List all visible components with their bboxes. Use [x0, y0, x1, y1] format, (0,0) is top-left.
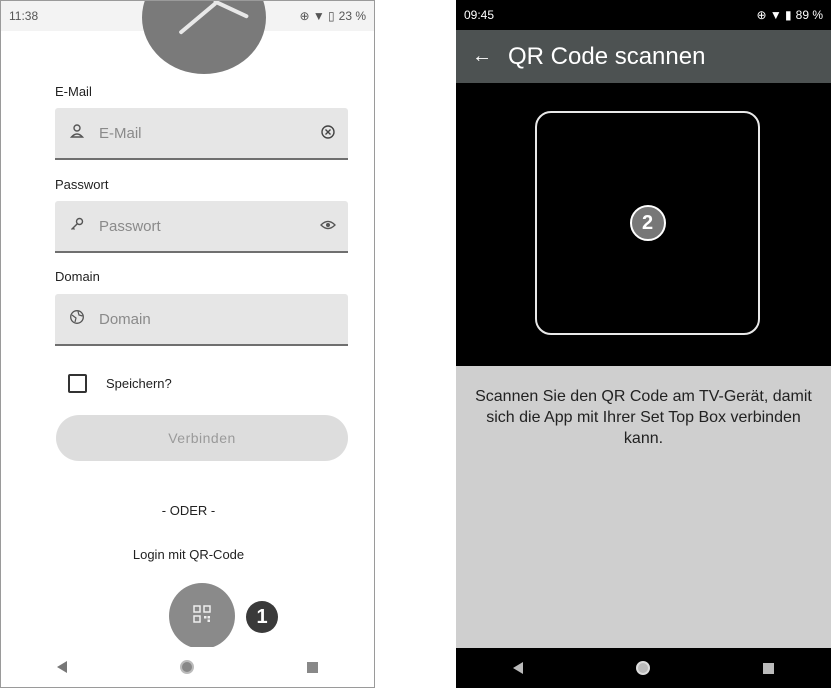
nav-bar [456, 648, 831, 688]
domain-label: Domain [55, 269, 100, 284]
status-bar: 09:45 ⊕ ▼ ▮ 89 % [456, 0, 831, 30]
email-label: E-Mail [55, 84, 92, 99]
status-time: 11:38 [9, 9, 39, 23]
qr-login-button[interactable] [169, 583, 235, 649]
clear-icon[interactable] [308, 124, 348, 142]
scan-frame: 2 [535, 111, 760, 335]
nav-home-icon[interactable] [635, 661, 650, 675]
domain-input[interactable] [99, 310, 348, 328]
status-icons: ⊕ ▼ ▮ 89 % [756, 8, 823, 22]
or-separator: - ODER - [161, 503, 216, 518]
battery-percent: 23 % [338, 9, 366, 23]
nav-recent-icon[interactable] [306, 661, 318, 673]
key-icon [55, 216, 99, 236]
nav-bar [1, 647, 374, 687]
remember-checkbox[interactable] [68, 374, 87, 393]
domain-field-container[interactable] [55, 294, 348, 346]
eye-icon[interactable] [308, 218, 348, 234]
camera-viewfinder: 2 [456, 83, 831, 366]
callout-badge-2: 2 [629, 205, 666, 241]
remember-label: Speichern? [106, 376, 172, 391]
signal-wifi-battery-icons: ⊕ ▼ ▯ [299, 9, 335, 23]
qr-scan-screen: 09:45 ⊕ ▼ ▮ 89 % ← QR Code scannen 2 Sca… [456, 0, 831, 688]
back-arrow-icon[interactable]: ← [456, 45, 508, 68]
instruction-panel: Scannen Sie den QR Code am TV-Gerät, dam… [456, 366, 831, 648]
nav-home-icon[interactable] [179, 660, 194, 674]
login-screen: 11:38 ⊕ ▼ ▯ 23 % E-Mail Passwort Domain [0, 0, 375, 688]
status-icons: ⊕ ▼ ▯ 23 % [299, 9, 366, 23]
email-input[interactable] [99, 124, 308, 142]
globe-icon [55, 309, 99, 329]
connect-button[interactable]: Verbinden [56, 415, 348, 461]
app-bar: ← QR Code scannen [456, 30, 831, 83]
page-title: QR Code scannen [508, 42, 706, 70]
callout-badge-1: 1 [246, 601, 278, 633]
nav-back-icon[interactable] [512, 662, 523, 674]
instruction-text: Scannen Sie den QR Code am TV-Gerät, dam… [475, 388, 812, 447]
qr-code-icon [193, 604, 211, 628]
signal-wifi-battery-icons: ⊕ ▼ ▮ [756, 8, 792, 22]
email-field-container[interactable] [55, 108, 348, 160]
person-icon [55, 123, 99, 143]
password-label: Passwort [55, 177, 109, 192]
nav-recent-icon[interactable] [763, 662, 775, 674]
battery-percent: 89 % [795, 8, 823, 22]
password-input[interactable] [99, 217, 308, 235]
qr-login-label: Login mit QR-Code [132, 547, 245, 562]
status-time: 09:45 [464, 8, 495, 22]
app-logo [142, 1, 266, 74]
nav-back-icon[interactable] [57, 661, 68, 673]
password-field-container[interactable] [55, 201, 348, 253]
